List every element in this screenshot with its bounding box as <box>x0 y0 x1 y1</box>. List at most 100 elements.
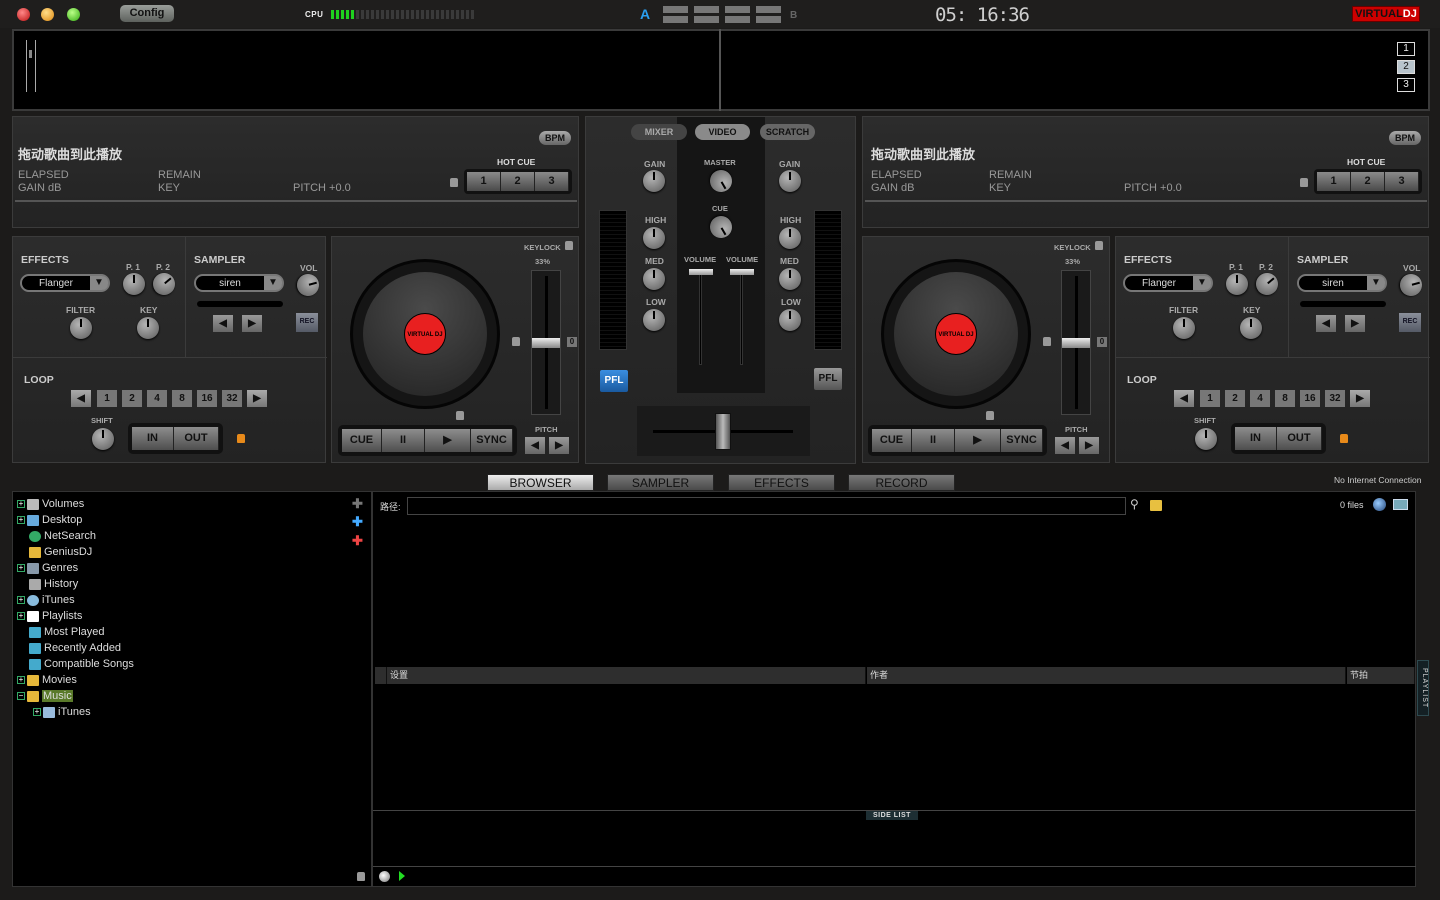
deck-right-hotcue-lock-icon[interactable] <box>1300 178 1308 187</box>
mixer-volume-right-fader[interactable] <box>740 270 743 365</box>
mixer-high-right-knob[interactable] <box>779 227 801 249</box>
deck-left-sampler-prev-button[interactable]: ◀ <box>213 315 233 332</box>
view-mode-icon[interactable] <box>1393 499 1408 510</box>
deck-right-fxkey-knob[interactable] <box>1240 317 1262 339</box>
deck-right-p2-knob[interactable] <box>1251 268 1283 300</box>
deck-right-platter-lock-icon[interactable] <box>1043 337 1051 346</box>
mixer-volume-left-handle[interactable] <box>689 269 713 275</box>
deck-left-play-button[interactable]: ▶ <box>425 429 471 452</box>
mixer-gain-left-knob[interactable] <box>643 170 665 192</box>
playlist-tab[interactable]: PLAYLIST <box>1417 660 1429 716</box>
deck-right-effect-select[interactable]: Flanger ▼ <box>1123 274 1213 292</box>
expand-icon[interactable]: + <box>33 708 41 716</box>
deck-right-loop-size-16-button[interactable]: 16 <box>1300 390 1320 407</box>
deck-left-platter-lock-icon[interactable] <box>512 337 520 346</box>
deck-right-hotcue-1[interactable]: 1 <box>1317 172 1351 191</box>
deck-left-p1-knob[interactable] <box>123 273 145 295</box>
deck-right-pitch-down-button[interactable]: ◀ <box>1055 437 1075 454</box>
deck-right-progress-bar[interactable] <box>865 200 1427 202</box>
deck-right-pitch-up-button[interactable]: ▶ <box>1079 437 1099 454</box>
deck-right-jog-wheel[interactable]: VIRTUAL DJ <box>881 259 1031 409</box>
deck-left-rec-button[interactable]: REC <box>296 313 318 332</box>
config-button[interactable]: Config <box>120 5 174 22</box>
deck-right-hotcue-3[interactable]: 3 <box>1385 172 1419 191</box>
add-virtual-folder-icon[interactable]: ✚ <box>352 497 364 511</box>
expand-icon[interactable]: + <box>17 676 25 684</box>
deck-left-sampler-next-button[interactable]: ▶ <box>242 315 262 332</box>
deck-left-progress-bar[interactable] <box>15 200 577 202</box>
mixer-tab-scratch[interactable]: SCRATCH <box>760 124 815 140</box>
tree-item[interactable]: NetSearch <box>17 528 96 544</box>
deck-right-loop-size-2-button[interactable]: 2 <box>1225 390 1245 407</box>
tree-item[interactable]: History <box>17 576 78 592</box>
deck-right-bpm-button[interactable]: BPM <box>1389 131 1421 145</box>
deck-left-fxkey-knob[interactable] <box>137 317 159 339</box>
deck-right-pitch-handle[interactable] <box>1062 338 1090 348</box>
tree-item[interactable]: Most Played <box>17 624 105 640</box>
expand-icon[interactable]: + <box>17 612 25 620</box>
deck-left-loop-size-2-button[interactable]: 2 <box>122 390 142 407</box>
deck-left-loop-prev-button[interactable]: ◀ <box>71 390 91 407</box>
deck-left-loop-size-16-button[interactable]: 16 <box>197 390 217 407</box>
deck-left-hotcue-3[interactable]: 3 <box>535 172 569 191</box>
add-filter-folder-icon[interactable]: ✚ <box>352 515 364 529</box>
tree-item[interactable]: + Genres <box>17 560 78 576</box>
mixer-med-left-knob[interactable] <box>643 268 665 290</box>
deck-left-effect-select[interactable]: Flanger ▼ <box>20 274 110 292</box>
deck-left-pitch-slider[interactable] <box>531 270 561 415</box>
waveform-zoom-1-button[interactable]: 1 <box>1397 42 1415 56</box>
tree-item[interactable]: Recently Added <box>17 640 121 656</box>
deck-left-jog-wheel[interactable]: VIRTUAL DJ <box>350 259 500 409</box>
deck-right-loop-lock-icon[interactable] <box>1340 434 1348 443</box>
netsearch-icon[interactable] <box>1373 498 1386 511</box>
add-favorite-folder-icon[interactable]: ✚ <box>352 534 364 548</box>
deck-left-loop-size-32-button[interactable]: 32 <box>222 390 242 407</box>
deck-right-transport-lock-icon[interactable] <box>986 411 994 420</box>
mixer-low-left-knob[interactable] <box>643 309 665 331</box>
tree-item[interactable]: + iTunes <box>17 592 75 608</box>
tree-item[interactable]: − Music <box>17 688 73 704</box>
deck-left-hotcue-1[interactable]: 1 <box>467 172 501 191</box>
minimize-window-button[interactable] <box>41 8 54 21</box>
mixer-pfl-right-button[interactable]: PFL <box>814 368 842 390</box>
deck-right-loop-size-32-button[interactable]: 32 <box>1325 390 1345 407</box>
deck-right-shift-knob[interactable] <box>1195 428 1217 450</box>
maximize-window-button[interactable] <box>67 8 80 21</box>
mixer-crossfader[interactable] <box>637 406 810 456</box>
deck-left-sampler-vol-knob[interactable] <box>294 271 322 299</box>
tab-record[interactable]: RECORD <box>848 474 955 491</box>
deck-right-rec-button[interactable]: REC <box>1399 313 1421 332</box>
deck-left-cue-button[interactable]: CUE <box>342 429 382 452</box>
deck-left-loop-out-button[interactable]: OUT <box>174 427 219 450</box>
mixer-volume-left-fader[interactable] <box>699 270 702 365</box>
column-header-setting[interactable]: 设置 <box>387 667 866 684</box>
deck-right-sampler-select[interactable]: siren ▼ <box>1297 274 1387 292</box>
tree-item[interactable]: + Volumes <box>17 496 84 512</box>
deck-left-loop-lock-icon[interactable] <box>237 434 245 443</box>
deck-right-sampler-next-button[interactable]: ▶ <box>1345 315 1365 332</box>
expand-icon[interactable]: + <box>17 500 25 508</box>
deck-right-loop-prev-button[interactable]: ◀ <box>1174 390 1194 407</box>
tree-item[interactable]: + iTunes <box>33 704 91 720</box>
column-header-author[interactable]: 作者 <box>867 667 1346 684</box>
expand-icon[interactable]: + <box>17 564 25 572</box>
deck-right-loop-size-4-button[interactable]: 4 <box>1250 390 1270 407</box>
mixer-pfl-left-button[interactable]: PFL <box>600 370 628 392</box>
expand-icon[interactable]: + <box>17 516 25 524</box>
tree-lock-icon[interactable] <box>357 872 365 881</box>
collapse-icon[interactable]: − <box>17 692 25 700</box>
expand-icon[interactable]: + <box>17 596 25 604</box>
deck-left-pitch-handle[interactable] <box>532 338 560 348</box>
deck-left-shift-knob[interactable] <box>92 428 114 450</box>
deck-right-pitch-slider[interactable] <box>1061 270 1091 415</box>
deck-right-loop-size-1-button[interactable]: 1 <box>1200 390 1220 407</box>
deck-right-cue-button[interactable]: CUE <box>872 429 912 452</box>
deck-left-hotcue-2[interactable]: 2 <box>501 172 535 191</box>
tab-effects[interactable]: EFFECTS <box>728 474 835 491</box>
tab-browser[interactable]: BROWSER <box>487 474 594 491</box>
mixer-volume-right-handle[interactable] <box>730 269 754 275</box>
waveform-zoom-2-button[interactable]: 2 <box>1397 60 1415 74</box>
deck-left-pitch-up-button[interactable]: ▶ <box>549 437 569 454</box>
search-icon[interactable]: ⚲ <box>1130 497 1139 511</box>
column-status[interactable] <box>375 667 387 684</box>
